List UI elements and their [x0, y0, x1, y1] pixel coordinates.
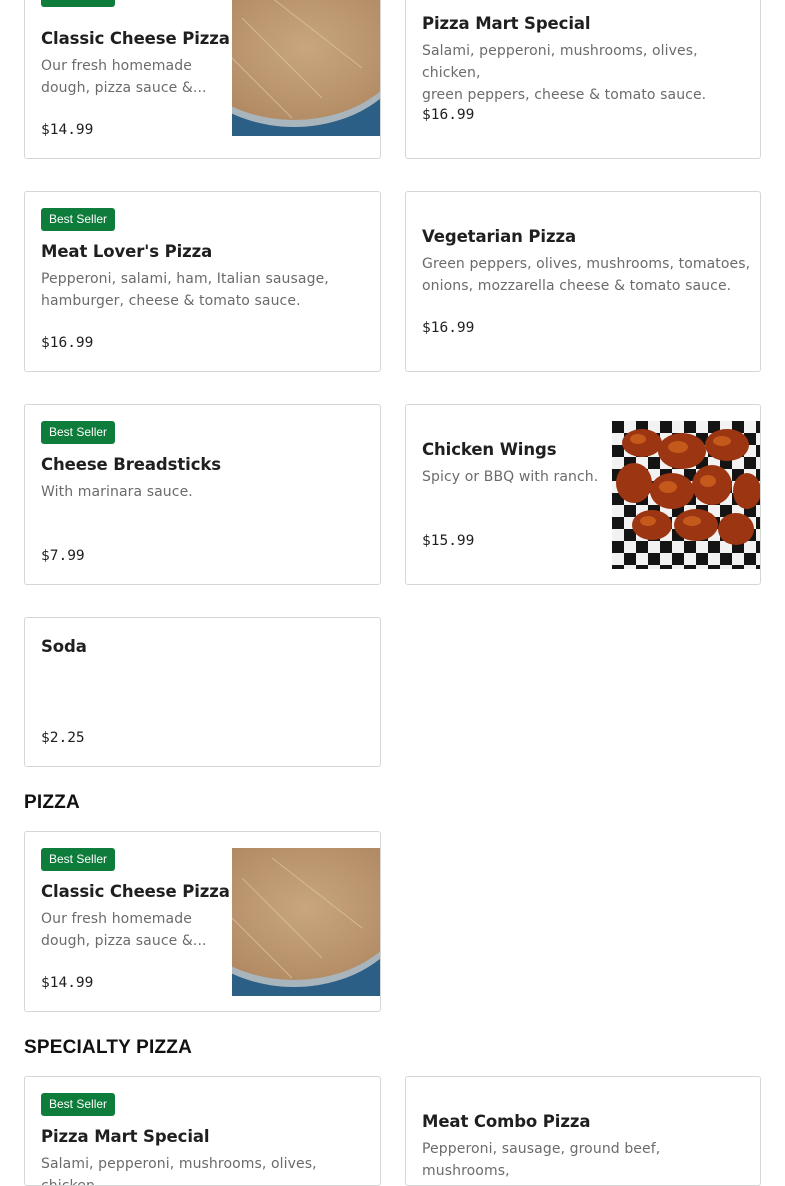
item-title: Pizza Mart Special — [41, 1127, 210, 1146]
item-price: $15.99 — [422, 533, 475, 549]
item-description: Salami, pepperoni, mushrooms, olives, ch… — [422, 43, 707, 103]
item-description: Spicy or BBQ with ranch. — [422, 469, 599, 485]
menu-item-card[interactable]: Best Seller Classic Cheese Pizza Our fre… — [24, 0, 381, 159]
menu-item-card[interactable]: Best Seller Cheese Breadsticks With mari… — [24, 404, 381, 585]
item-title: Soda — [41, 637, 87, 656]
item-title: Pizza Mart Special — [422, 14, 591, 33]
item-price: $16.99 — [422, 107, 475, 123]
item-title: Classic Cheese Pizza — [41, 29, 230, 48]
item-price: $14.99 — [41, 122, 94, 138]
best-seller-badge: Best Seller — [41, 848, 116, 871]
menu-item-card[interactable]: Soda $2.25 — [24, 617, 381, 767]
best-seller-badge: Best Seller — [41, 208, 116, 231]
item-description: With marinara sauce. — [41, 484, 193, 500]
cheese-pizza-photo — [232, 0, 380, 136]
item-price: $16.99 — [41, 335, 94, 351]
item-description: Salami, pepperoni, mushrooms, olives, ch… — [41, 1156, 317, 1186]
menu-item-card[interactable]: Best Seller Meat Lover's Pizza Pepperoni… — [24, 191, 381, 372]
item-description: Green peppers, olives, mushrooms, tomato… — [422, 256, 751, 294]
cheese-pizza-photo — [232, 848, 380, 996]
item-description: Pepperoni, sausage, ground beef, mushroo… — [422, 1141, 661, 1179]
item-title: Meat Combo Pizza — [422, 1112, 591, 1131]
menu-item-card[interactable]: Best Seller Pizza Mart Special Salami, p… — [24, 1076, 381, 1186]
menu-item-card[interactable]: Vegetarian Pizza Green peppers, olives, … — [405, 191, 761, 372]
item-title: Chicken Wings — [422, 440, 557, 459]
item-price: $7.99 — [41, 548, 85, 564]
item-title: Classic Cheese Pizza — [41, 882, 230, 901]
item-title: Vegetarian Pizza — [422, 227, 576, 246]
item-price: $14.99 — [41, 975, 94, 991]
item-description: Our fresh homemade dough, pizza sauce &.… — [41, 911, 207, 949]
item-price: $16.99 — [422, 320, 475, 336]
section-heading-specialty-pizza: SPECIALTY PIZZA — [24, 1037, 193, 1058]
menu-item-card[interactable]: Chicken Wings Spicy or BBQ with ranch. $… — [405, 404, 761, 585]
menu-item-card[interactable]: Meat Combo Pizza Pepperoni, sausage, gro… — [405, 1076, 761, 1186]
best-seller-badge: Best Seller — [41, 1093, 116, 1116]
item-price: $2.25 — [41, 730, 85, 746]
section-heading-pizza: PIZZA — [24, 792, 80, 813]
menu-item-card[interactable]: Pizza Mart Special Salami, pepperoni, mu… — [405, 0, 761, 159]
item-title: Cheese Breadsticks — [41, 455, 221, 474]
item-title: Meat Lover's Pizza — [41, 242, 213, 261]
item-description: Our fresh homemade dough, pizza sauce &.… — [41, 58, 207, 96]
best-seller-badge: Best Seller — [41, 0, 116, 7]
item-description: Pepperoni, salami, ham, Italian sausage,… — [41, 271, 329, 309]
chicken-wings-photo — [612, 421, 760, 569]
best-seller-badge: Best Seller — [41, 421, 116, 444]
menu-item-card[interactable]: Best Seller Classic Cheese Pizza Our fre… — [24, 831, 381, 1012]
